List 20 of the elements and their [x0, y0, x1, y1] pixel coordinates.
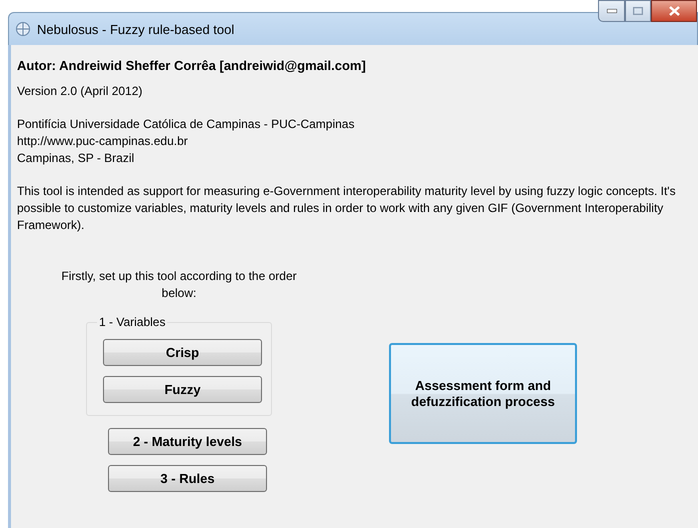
minimize-button[interactable] [598, 0, 625, 22]
variable-button[interactable]: Fuzzy [103, 376, 262, 403]
window-title: Nebulosus - Fuzzy rule-based tool [37, 22, 234, 36]
instruction-text: Firstly, set up this tool according to the order below: [60, 268, 298, 302]
maximize-button[interactable] [625, 0, 651, 22]
setup-button[interactable]: 2 - Maturity levels [108, 428, 267, 455]
institution-text: Campinas, SP - Brazil [17, 150, 136, 167]
institution-text: http://www.puc-campinas.edu.br [17, 133, 189, 150]
close-icon [668, 6, 680, 16]
assessment-button[interactable]: Assessment form and defuzzification process [389, 343, 577, 444]
variable-button[interactable]: Crisp [103, 339, 262, 366]
version-text: Version 2.0 (April 2012) [17, 83, 144, 100]
app-icon [15, 21, 31, 37]
institution-text: Pontifícia Universidade Católica de Campinas - PUC-Campinas [17, 116, 356, 133]
author-text: Autor: Andreiwid Sheffer Corrêa [andreiwid@gmail.com] [17, 57, 367, 74]
maximize-icon [633, 7, 643, 15]
description-text: This tool is intended as support for measuring e-Government interoperability maturity level by using fuzzy logic concepts. It's possible to customize variables, maturity levels and rules in order to work with any given GIF (Government Interoperability Framework). [17, 183, 677, 234]
setup-button[interactable]: 3 - Rules [108, 465, 267, 492]
group-label: 1 - Variables [97, 315, 168, 329]
close-button[interactable] [651, 0, 697, 22]
